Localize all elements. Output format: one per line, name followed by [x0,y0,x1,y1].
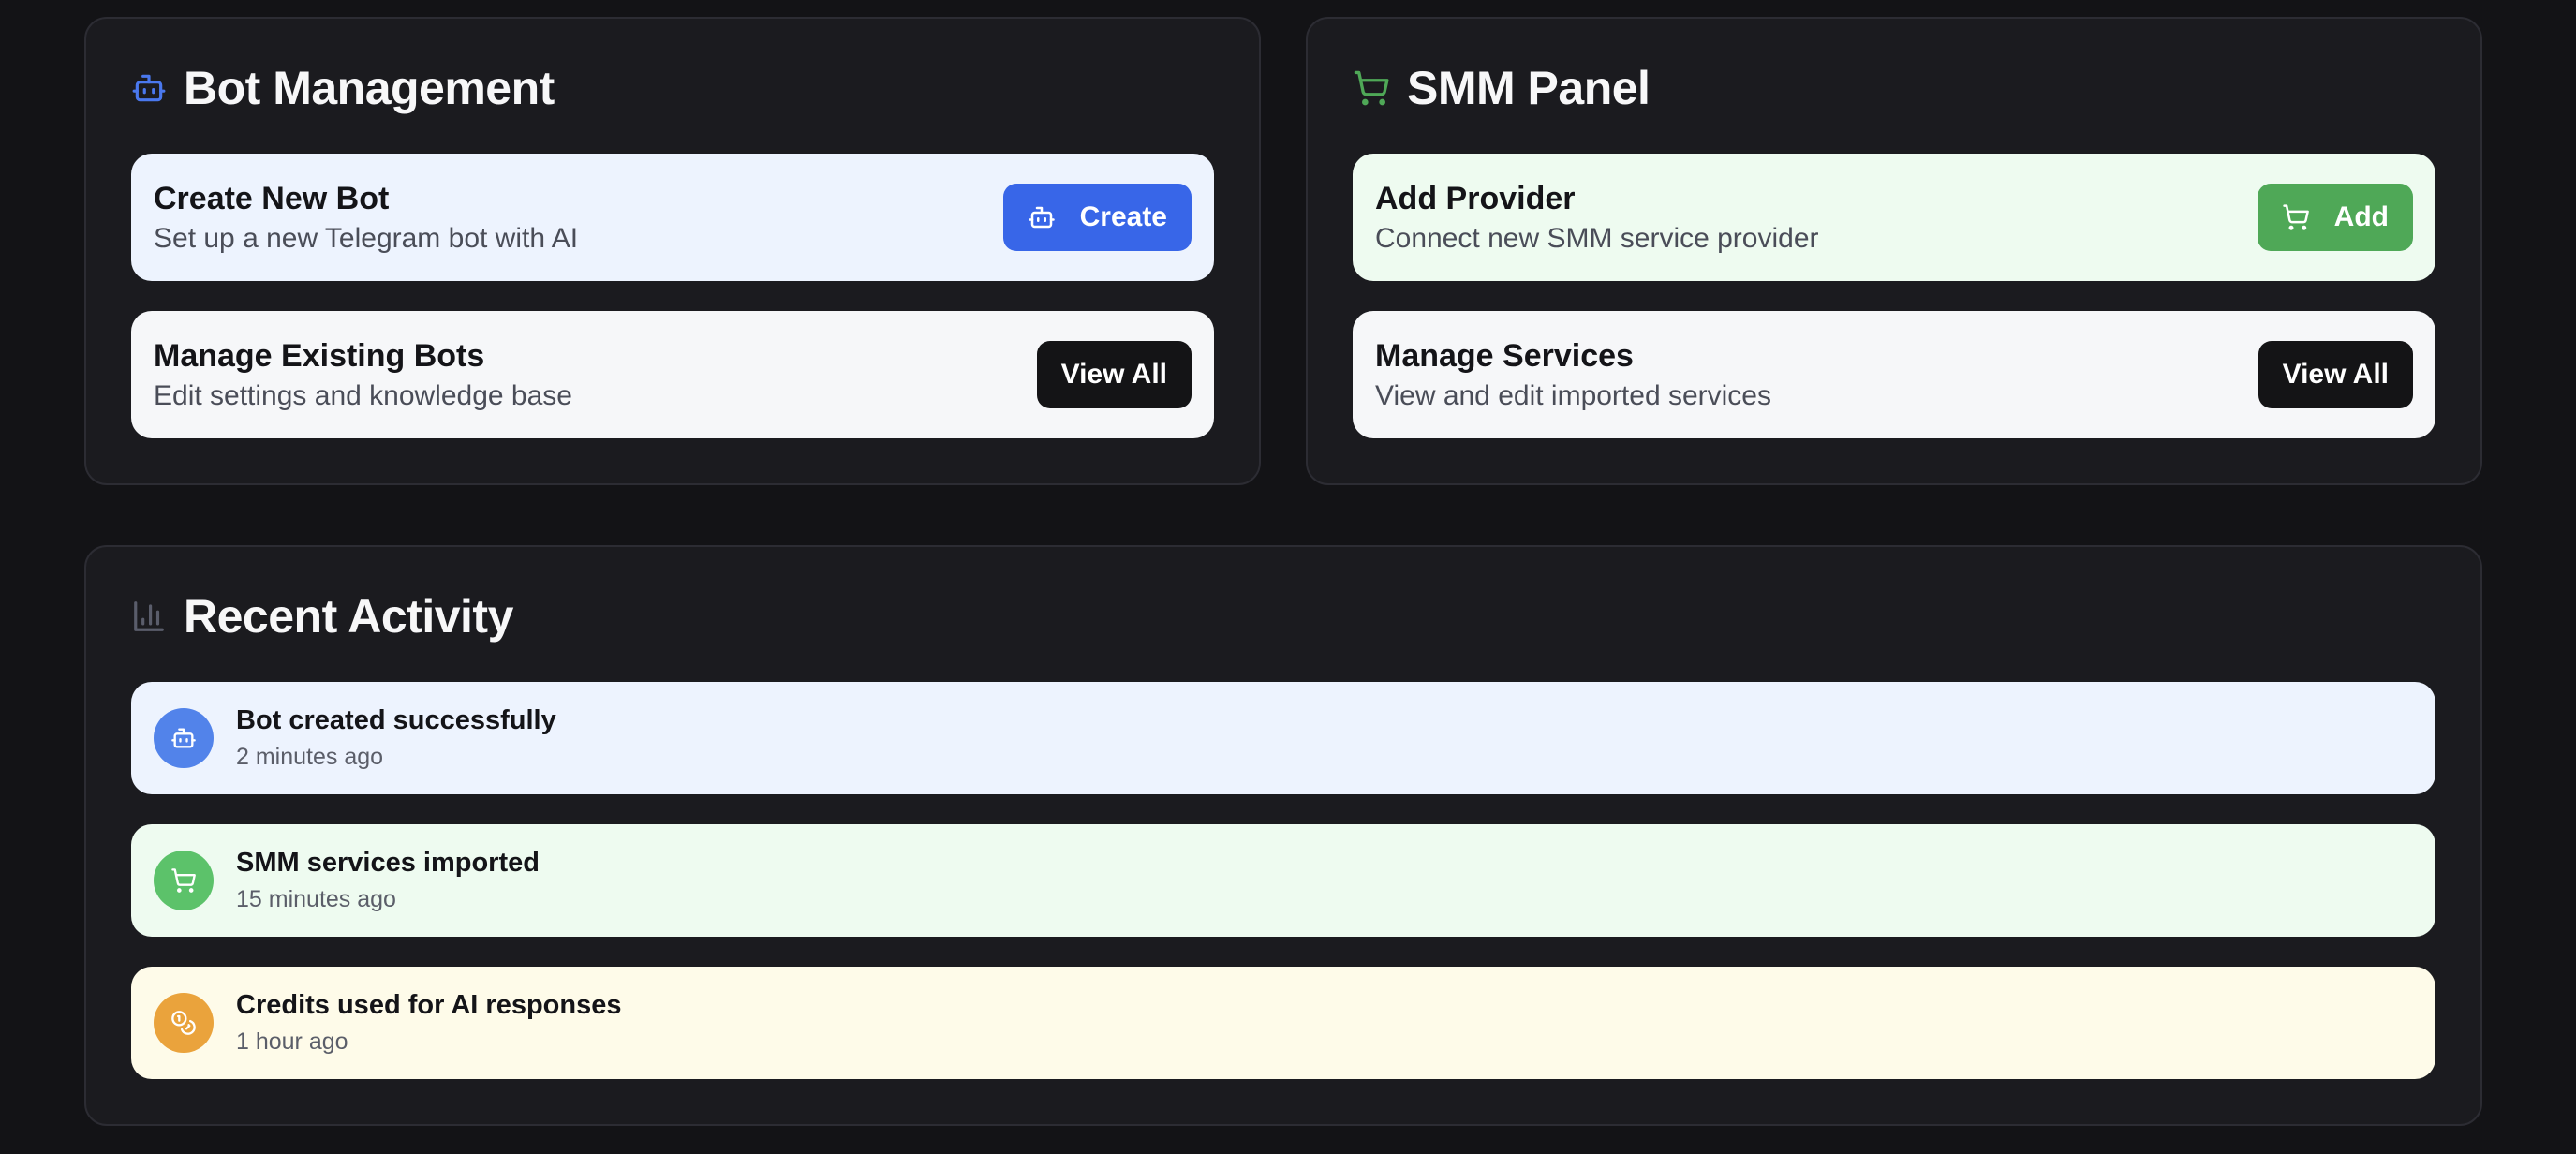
bar-chart-icon [131,599,167,634]
activity-time: 2 minutes ago [236,744,384,770]
add-provider-title: Add Provider [1375,180,1576,216]
manage-services-card: Manage Services View and edit imported s… [1353,311,2435,438]
robot-icon [131,70,167,106]
coins-icon [154,993,214,1053]
manage-existing-bots-subtitle: Edit settings and knowledge base [154,379,572,411]
add-provider-button[interactable]: Add [2257,184,2413,251]
shopping-cart-icon [154,851,214,910]
recent-activity-title: Recent Activity [184,590,513,643]
add-provider-card: Add Provider Connect new SMM service pro… [1353,154,2435,281]
smm-panel: SMM Panel Add Provider Connect new SMM s… [1306,17,2482,485]
smm-panel-header: SMM Panel [1353,60,1651,116]
activity-item: SMM services imported 15 minutes ago [131,824,2435,937]
activity-time: 15 minutes ago [236,886,396,912]
activity-title: Credits used for AI responses [236,990,622,1020]
manage-existing-bots-title: Manage Existing Bots [154,337,485,374]
activity-time: 1 hour ago [236,1028,348,1055]
add-provider-subtitle: Connect new SMM service provider [1375,222,1819,254]
view-all-bots-button-label: View All [1060,359,1167,390]
activity-title: SMM services imported [236,848,540,878]
robot-icon [1028,203,1056,231]
create-new-bot-subtitle: Set up a new Telegram bot with AI [154,222,579,254]
view-all-services-button-label: View All [2282,359,2389,390]
view-all-services-button[interactable]: View All [2258,341,2413,408]
manage-existing-bots-card: Manage Existing Bots Edit settings and k… [131,311,1214,438]
activity-item: Bot created successfully 2 minutes ago [131,682,2435,794]
create-bot-button-label: Create [1079,201,1167,232]
shopping-cart-icon [1353,69,1390,107]
robot-icon [154,708,214,768]
create-new-bot-title: Create New Bot [154,180,390,216]
activity-item: Credits used for AI responses 1 hour ago [131,967,2435,1079]
manage-services-subtitle: View and edit imported services [1375,379,1771,411]
activity-title: Bot created successfully [236,705,556,735]
add-provider-button-label: Add [2333,201,2389,232]
recent-activity-header: Recent Activity [131,588,513,644]
recent-activity-panel: Recent Activity Bot created successfully… [84,545,2482,1126]
smm-panel-title: SMM Panel [1407,62,1651,114]
shopping-cart-icon [2282,203,2310,231]
bot-management-title: Bot Management [184,62,555,114]
bot-management-panel: Bot Management Create New Bot Set up a n… [84,17,1261,485]
bot-management-header: Bot Management [131,60,555,116]
create-bot-button[interactable]: Create [1002,184,1192,251]
view-all-bots-button[interactable]: View All [1036,341,1192,408]
create-new-bot-card: Create New Bot Set up a new Telegram bot… [131,154,1214,281]
manage-services-title: Manage Services [1375,337,1634,374]
